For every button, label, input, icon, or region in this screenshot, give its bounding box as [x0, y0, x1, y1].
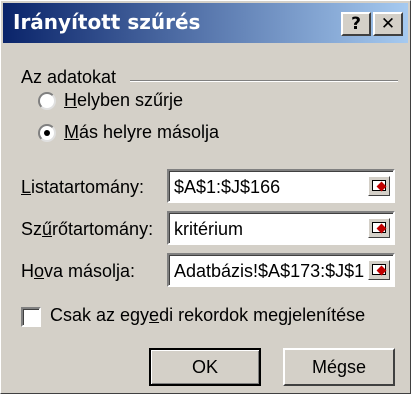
radio-filter-in-place-label[interactable]: Helyben szűrje	[64, 90, 183, 111]
radio-selected-dot	[44, 130, 50, 136]
radio-copy-to-location[interactable]	[38, 124, 56, 142]
copy-to-label: Hova másolja:	[21, 261, 136, 281]
copy-to-input[interactable]: Adatbázis!$A$173:$J$1	[167, 253, 395, 287]
action-group-legend: Az adatokat	[21, 67, 117, 87]
unique-records-label[interactable]: Csak az egyedi rekordok megjelenítése	[50, 305, 365, 326]
radio-filter-in-place[interactable]	[38, 92, 56, 110]
dialog-title: Irányított szűrés	[13, 10, 201, 34]
ok-button[interactable]: OK	[149, 348, 261, 386]
close-button[interactable]: ✕	[373, 12, 403, 36]
close-icon: ✕	[380, 14, 396, 34]
collapse-dialog-icon[interactable]	[368, 260, 390, 280]
title-bar[interactable]: Irányított szűrés ? ✕	[3, 3, 408, 43]
group-divider	[130, 80, 398, 82]
unique-records-checkbox[interactable]	[21, 307, 41, 327]
collapse-dialog-icon[interactable]	[368, 218, 390, 238]
radio-copy-to-location-label[interactable]: Más helyre másolja	[64, 122, 219, 143]
cancel-button[interactable]: Mégse	[283, 348, 395, 386]
list-range-label: Listatartomány:	[21, 177, 145, 197]
help-button[interactable]: ?	[341, 12, 371, 36]
collapse-dialog-icon[interactable]	[368, 176, 390, 196]
list-range-input[interactable]: $A$1:$J$166	[167, 169, 395, 203]
advanced-filter-dialog: Irányított szűrés ? ✕ Az adatokat Helybe…	[0, 0, 411, 394]
criteria-range-label: Szűrőtartomány:	[21, 219, 154, 239]
criteria-range-input[interactable]: kritérium	[167, 211, 395, 245]
